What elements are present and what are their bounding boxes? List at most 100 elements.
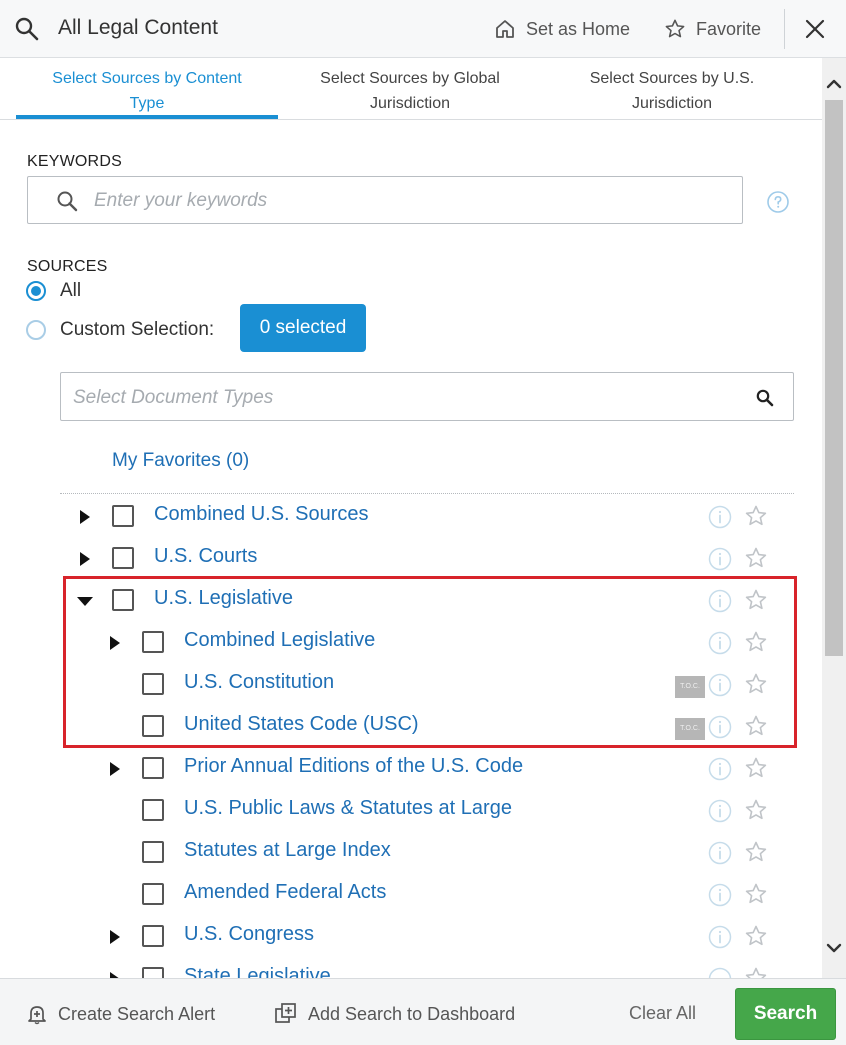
- star-icon[interactable]: [744, 504, 768, 528]
- caret-right-icon[interactable]: [78, 509, 92, 525]
- info-icon[interactable]: [708, 547, 732, 571]
- tab-us-jurisdiction[interactable]: Select Sources by U.S. Jurisdiction: [541, 66, 803, 116]
- tree-item-label[interactable]: Amended Federal Acts: [184, 881, 386, 904]
- dotted-divider: [60, 493, 794, 494]
- tree-item-label[interactable]: Combined U.S. Sources: [154, 503, 369, 526]
- star-icon[interactable]: [744, 756, 768, 780]
- checkbox[interactable]: [142, 757, 164, 779]
- search-icon[interactable]: [14, 16, 40, 42]
- add-to-dashboard-button[interactable]: Add Search to Dashboard: [274, 1001, 515, 1027]
- info-icon[interactable]: [708, 967, 732, 978]
- radio-custom-selection[interactable]: Custom Selection:: [26, 318, 214, 342]
- checkbox[interactable]: [142, 883, 164, 905]
- tab-label-line1: Select Sources by Content: [52, 70, 242, 87]
- star-icon[interactable]: [744, 630, 768, 654]
- checkbox[interactable]: [112, 505, 134, 527]
- set-as-home-button[interactable]: Set as Home: [494, 16, 630, 42]
- star-icon[interactable]: [744, 714, 768, 738]
- caret-right-icon[interactable]: [78, 551, 92, 567]
- checkbox[interactable]: [142, 841, 164, 863]
- document-types-field[interactable]: [60, 372, 794, 421]
- star-icon[interactable]: [744, 840, 768, 864]
- tab-label-line1: Select Sources by U.S.: [589, 70, 755, 87]
- tree-item-label[interactable]: Prior Annual Editions of the U.S. Code: [184, 755, 523, 778]
- close-icon[interactable]: [800, 14, 830, 44]
- checkbox[interactable]: [142, 925, 164, 947]
- info-icon[interactable]: [708, 883, 732, 907]
- caret-right-icon[interactable]: [108, 635, 122, 651]
- chevron-up-icon[interactable]: [822, 72, 846, 96]
- tree-item-label[interactable]: U.S. Congress: [184, 923, 314, 946]
- radio-custom-label: Custom Selection:: [60, 319, 215, 340]
- info-icon[interactable]: [708, 673, 732, 697]
- info-icon[interactable]: [708, 799, 732, 823]
- star-icon[interactable]: [744, 882, 768, 906]
- checkbox[interactable]: [142, 967, 164, 978]
- caret-right-icon[interactable]: [108, 929, 122, 945]
- checkbox[interactable]: [142, 799, 164, 821]
- clear-all-link[interactable]: Clear All: [629, 1003, 696, 1024]
- tree-item-label[interactable]: United States Code (USC): [184, 713, 419, 736]
- tree-item-label[interactable]: U.S. Constitution: [184, 671, 334, 694]
- tree-row: Combined Legislative: [0, 627, 822, 659]
- star-icon[interactable]: [744, 924, 768, 948]
- caret-down-icon[interactable]: [76, 595, 94, 607]
- tree-item-label[interactable]: Combined Legislative: [184, 629, 375, 652]
- info-icon[interactable]: [708, 505, 732, 529]
- document-types-input[interactable]: [73, 384, 733, 412]
- help-icon[interactable]: [766, 190, 790, 214]
- toc-badge[interactable]: T.O.C.: [675, 718, 705, 740]
- chevron-down-icon[interactable]: [822, 936, 846, 960]
- tab-label-line1: Select Sources by Global: [320, 70, 500, 87]
- star-icon[interactable]: [744, 966, 768, 978]
- my-favorites-link[interactable]: My Favorites (0): [112, 450, 249, 472]
- checkbox[interactable]: [112, 547, 134, 569]
- info-icon[interactable]: [708, 841, 732, 865]
- checkbox[interactable]: [142, 673, 164, 695]
- vertical-scrollbar[interactable]: [822, 58, 846, 978]
- header-divider: [784, 9, 785, 49]
- tab-content-type[interactable]: Select Sources by Content Type: [16, 66, 278, 116]
- tab-label-line2: Jurisdiction: [631, 95, 713, 112]
- star-icon[interactable]: [744, 546, 768, 570]
- info-icon[interactable]: [708, 715, 732, 739]
- tree-item-label[interactable]: U.S. Legislative: [154, 587, 293, 610]
- selected-count-button[interactable]: 0 selected: [240, 304, 366, 352]
- checkbox[interactable]: [112, 589, 134, 611]
- caret-right-icon[interactable]: [108, 761, 122, 777]
- star-icon: [665, 19, 685, 38]
- keywords-input[interactable]: [94, 187, 714, 215]
- info-icon[interactable]: [708, 631, 732, 655]
- checkbox[interactable]: [142, 715, 164, 737]
- info-icon[interactable]: [708, 925, 732, 949]
- star-icon[interactable]: [744, 588, 768, 612]
- favorite-button[interactable]: Favorite: [664, 16, 761, 42]
- search-button[interactable]: Search: [735, 988, 836, 1040]
- tree-row: U.S. Constitution T.O.C.: [0, 669, 822, 701]
- radio-button[interactable]: [26, 320, 46, 340]
- set-as-home-label: Set as Home: [526, 18, 631, 39]
- toc-badge[interactable]: T.O.C.: [675, 676, 705, 698]
- radio-button[interactable]: [26, 281, 46, 301]
- tree-item-label[interactable]: Statutes at Large Index: [184, 839, 391, 862]
- search-icon[interactable]: [755, 388, 775, 408]
- keywords-field[interactable]: [27, 176, 743, 224]
- radio-all[interactable]: All: [26, 279, 81, 303]
- tree-item-label[interactable]: U.S. Courts: [154, 545, 257, 568]
- checkbox[interactable]: [142, 631, 164, 653]
- scrollbar-thumb[interactable]: [825, 100, 843, 656]
- caret-right-icon[interactable]: [108, 971, 122, 978]
- star-icon[interactable]: [744, 798, 768, 822]
- favorite-label: Favorite: [696, 18, 762, 39]
- create-search-alert-button[interactable]: Create Search Alert: [26, 1001, 215, 1027]
- tree-item-label[interactable]: U.S. Public Laws & Statutes at Large: [184, 797, 512, 820]
- tree-row: U.S. Public Laws & Statutes at Large: [0, 795, 822, 827]
- alert-bell-icon: [28, 1006, 46, 1025]
- info-icon[interactable]: [708, 757, 732, 781]
- info-icon[interactable]: [708, 589, 732, 613]
- tab-global-jurisdiction[interactable]: Select Sources by Global Jurisdiction: [279, 66, 541, 116]
- star-icon[interactable]: [744, 672, 768, 696]
- tree-row: United States Code (USC) T.O.C.: [0, 711, 822, 743]
- panel-header: All Legal Content Set as Home Favorite: [0, 0, 846, 58]
- tree-item-label[interactable]: State Legislative: [184, 965, 331, 978]
